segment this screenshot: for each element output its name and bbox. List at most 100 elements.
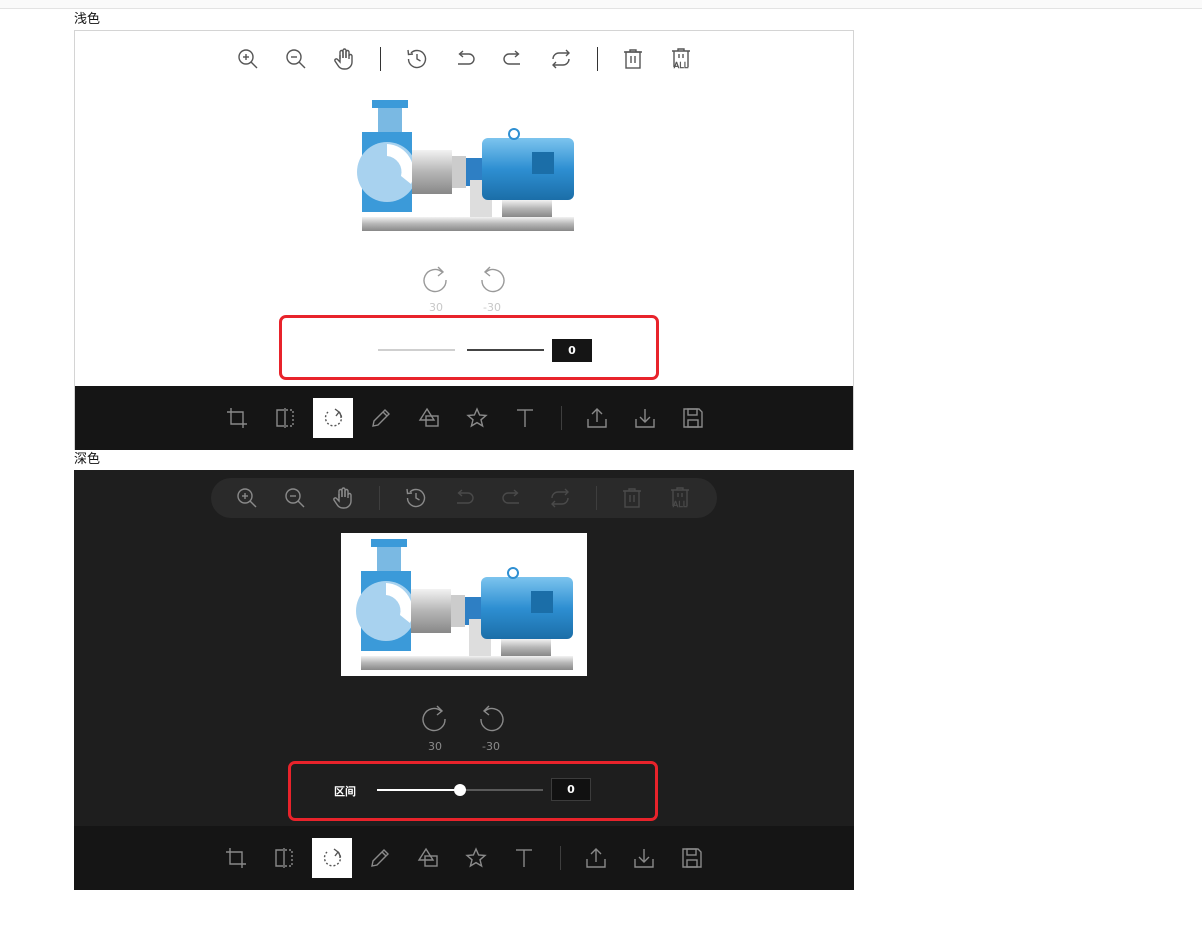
history-icon [407,49,427,69]
delete-all-button[interactable]: ALL [664,482,696,514]
text-icon [517,409,533,427]
image-canvas[interactable] [342,94,588,237]
undo-icon [458,50,475,65]
image-canvas[interactable] [341,533,587,676]
zoom-out-button[interactable] [279,482,311,514]
rotate-counterclockwise-icon [480,705,504,732]
rotate-clockwise-icon [423,266,447,293]
crop-button[interactable] [217,398,257,438]
zoom-in-button[interactable] [231,482,263,514]
rotate-menu-button[interactable] [312,838,352,878]
crop-icon [226,848,246,868]
crop-button[interactable] [216,838,256,878]
delete-icon [623,488,641,508]
text-button[interactable] [504,838,544,878]
toolbar-divider [597,47,598,71]
shape-icon [417,847,438,867]
download-icon [635,409,655,428]
undo-button[interactable] [448,482,480,514]
flip-icon [275,848,293,868]
reset-button[interactable] [545,43,577,75]
save-icon [683,408,703,428]
reset-button[interactable] [544,482,576,514]
header-toolbar: ALL [211,478,717,518]
upload-button[interactable] [577,398,617,438]
icon-button[interactable] [457,398,497,438]
reset-icon [552,49,570,69]
delete-all-icon: ALL [671,487,689,509]
undo-button[interactable] [449,43,481,75]
history-icon [406,488,426,508]
crop-icon [227,408,247,428]
undo-icon [457,489,474,504]
rotate-clockwise-button[interactable]: 30 [414,264,458,314]
redo-icon [502,489,519,504]
rotate-clockwise-label: 30 [428,740,442,753]
zoom-in-icon [237,488,257,508]
zoom-in-icon [238,49,258,69]
draw-button[interactable] [360,838,400,878]
shape-icon [418,407,439,427]
rotate-counterclockwise-icon [481,266,505,293]
rotate-counterclockwise-label: -30 [483,301,501,314]
icon-button[interactable] [456,838,496,878]
hand-button[interactable] [328,43,360,75]
redo-button[interactable] [497,43,529,75]
pump-image [357,100,574,231]
draw-button[interactable] [361,398,401,438]
light-section-label: 浅色 [74,12,101,27]
save-button[interactable] [673,398,713,438]
redo-icon [503,50,520,65]
delete-all-text: ALL [674,61,689,70]
flip-button[interactable] [264,838,304,878]
flip-icon [276,408,294,428]
shape-button[interactable] [409,398,449,438]
download-button[interactable] [625,398,665,438]
reset-icon [551,488,569,508]
rotate-counterclockwise-button[interactable]: -30 [470,264,514,314]
icon-star-icon [466,407,488,428]
download-icon [634,849,654,868]
menu-divider [561,406,562,430]
draw-icon [371,849,389,867]
dark-image-editor: ALL 30 -30 区间 0 [74,470,854,890]
hand-icon [333,487,352,509]
header-toolbar: ALL [212,39,718,79]
text-button[interactable] [505,398,545,438]
toolbar-divider [379,486,380,510]
toolbar-divider [380,47,381,71]
upload-icon [586,848,606,868]
flip-button[interactable] [265,398,305,438]
zoom-out-button[interactable] [280,43,312,75]
history-button[interactable] [401,43,433,75]
hand-button[interactable] [327,482,359,514]
delete-all-button[interactable]: ALL [665,43,697,75]
rotate-clockwise-button[interactable]: 30 [413,703,457,753]
upload-icon [587,408,607,428]
browser-top-strip [0,0,1202,9]
zoom-out-icon [286,49,306,69]
zoom-out-icon [285,488,305,508]
text-icon [516,849,532,867]
delete-button[interactable] [617,43,649,75]
hand-icon [334,48,353,70]
draw-icon [372,409,390,427]
redo-button[interactable] [496,482,528,514]
save-button[interactable] [672,838,712,878]
zoom-in-button[interactable] [232,43,264,75]
rotate-counterclockwise-button[interactable]: -30 [469,703,513,753]
highlight-box-dark [288,761,658,821]
dark-section-label: 深色 [74,452,101,467]
delete-button[interactable] [616,482,648,514]
rotate-clockwise-icon [422,705,446,732]
menu-toolbar [75,386,853,450]
history-button[interactable] [400,482,432,514]
upload-button[interactable] [576,838,616,878]
pump-image [356,539,573,670]
shape-button[interactable] [408,838,448,878]
rotate-menu-button[interactable] [313,398,353,438]
download-button[interactable] [624,838,664,878]
menu-divider [560,846,561,870]
rotate-icon [324,408,343,427]
icon-star-icon [465,847,487,868]
